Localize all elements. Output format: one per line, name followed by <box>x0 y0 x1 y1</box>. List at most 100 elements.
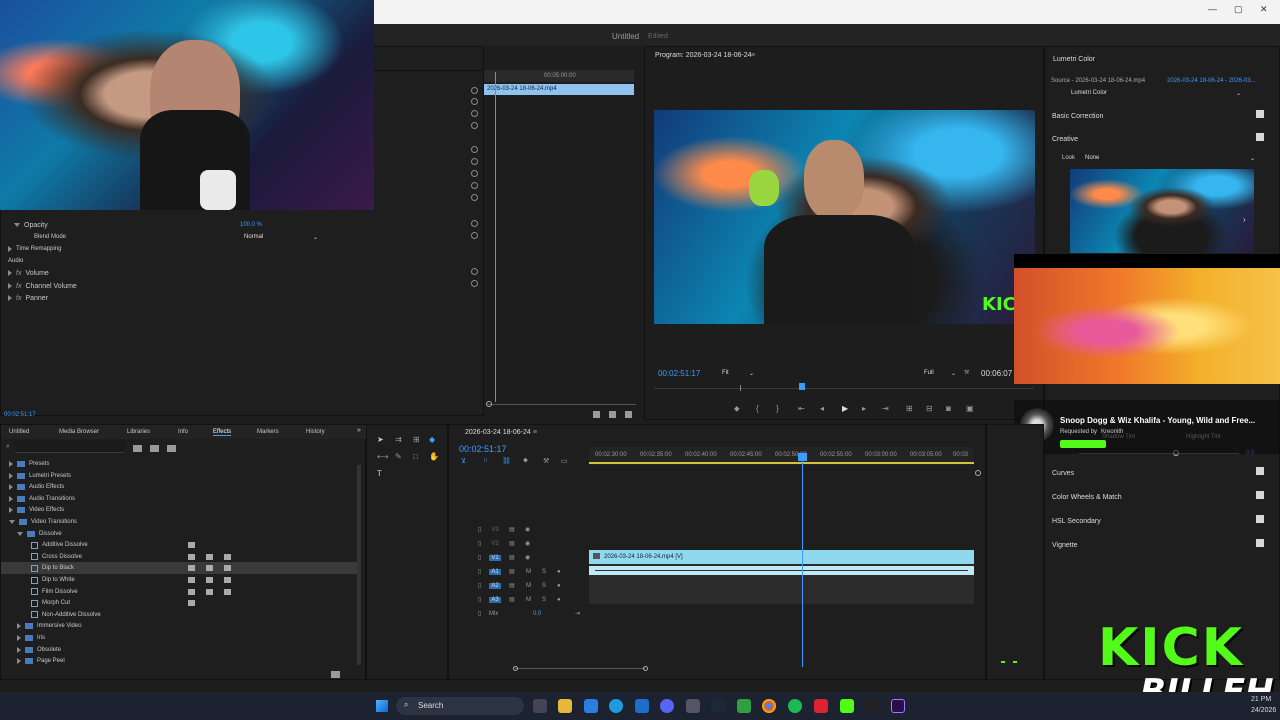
razor-tool-icon[interactable]: ◆ <box>429 435 435 444</box>
solo-button[interactable]: S <box>542 569 546 575</box>
horizontal-scrollbar[interactable] <box>515 668 645 669</box>
sync-lock-icon[interactable]: ▤ <box>509 596 515 603</box>
reset-icon[interactable] <box>471 87 478 94</box>
panel-menu-icon[interactable]: ≡ <box>751 52 755 59</box>
tree-item[interactable]: Additive Dissolve <box>1 539 361 551</box>
track-label[interactable]: V3 <box>489 527 501 533</box>
mic-icon[interactable]: ● <box>557 597 561 603</box>
epic-games-icon[interactable] <box>866 699 880 713</box>
sync-lock-icon[interactable]: ▤ <box>509 568 515 575</box>
camera-icon[interactable]: ◙ <box>946 404 951 413</box>
close-icon[interactable]: ✕ <box>1260 4 1268 15</box>
tab-libraries[interactable]: Libraries <box>127 429 150 435</box>
sync-lock-icon[interactable]: ▤ <box>509 582 515 589</box>
step-back-icon[interactable]: ◂ <box>820 404 824 413</box>
basic-correction-label[interactable]: Basic Correction <box>1052 113 1103 120</box>
reset-icon[interactable] <box>471 182 478 189</box>
eye-icon[interactable]: ◉ <box>525 540 530 547</box>
mark-out-icon[interactable]: } <box>776 404 779 413</box>
zoom-handle-left[interactable] <box>513 666 518 671</box>
32bit-effects-icon[interactable] <box>150 445 159 452</box>
program-timecode[interactable]: 00:02:51:17 <box>658 369 700 378</box>
go-to-end-icon[interactable]: ⇥ <box>575 610 580 617</box>
captions-icon[interactable]: ▭ <box>561 457 568 465</box>
zoom-handle-right[interactable] <box>643 666 648 671</box>
hsl-secondary-label[interactable]: HSL Secondary <box>1052 518 1101 525</box>
lumetri-source-link[interactable]: 2026-03-24 18-06-24 - 2026-03... <box>1167 78 1256 84</box>
track-label[interactable]: A3 <box>489 596 501 603</box>
track-select-icon[interactable]: ⇉ <box>395 435 402 444</box>
chrome-icon[interactable] <box>762 699 776 713</box>
mic-icon[interactable]: ● <box>557 583 561 589</box>
sync-lock-icon[interactable]: ▤ <box>509 540 515 547</box>
track-label[interactable]: A1 <box>489 568 501 575</box>
vertical-scroll-handle[interactable] <box>975 470 981 476</box>
steam-icon[interactable] <box>711 699 725 713</box>
tree-item[interactable]: Page Peel <box>1 655 361 667</box>
hand-tool-icon[interactable]: ✋ <box>429 452 439 461</box>
taskbar-time[interactable]: 21 PM <box>1251 696 1271 703</box>
color-wheels-checkbox[interactable] <box>1256 491 1264 499</box>
edge-icon[interactable] <box>609 699 623 713</box>
reset-icon[interactable] <box>471 110 478 117</box>
lock-icon[interactable]: ▯ <box>478 568 481 575</box>
track-label[interactable]: V1 <box>489 554 501 561</box>
premiere-pro-icon[interactable] <box>891 699 905 713</box>
tree-item[interactable]: Immersive Video <box>1 620 361 632</box>
accelerated-effects-icon[interactable] <box>133 445 142 452</box>
timeline-ruler[interactable]: 00:02:30:00 00:02:35:00 00:02:40:00 00:0… <box>589 447 974 465</box>
taskbar-search-box[interactable]: ⌕ Search <box>396 697 524 715</box>
go-to-out-icon[interactable]: ⇥ <box>882 404 889 413</box>
look-select[interactable]: None ⌄ <box>1085 155 1255 162</box>
tree-item[interactable]: Cross Dissolve <box>1 551 361 563</box>
audio-clip[interactable] <box>589 566 974 575</box>
maximize-icon[interactable]: ▢ <box>1234 4 1243 15</box>
marker-icon[interactable]: ⬥ <box>734 404 740 414</box>
tab-markers[interactable]: Markers <box>257 429 279 435</box>
tree-item[interactable]: Film Dissolve <box>1 586 361 598</box>
effects-search-input[interactable] <box>15 441 125 453</box>
vignette-checkbox[interactable] <box>1256 539 1264 547</box>
discord-icon[interactable] <box>660 699 674 713</box>
tree-item[interactable]: Video Transitions <box>1 516 361 528</box>
tree-item[interactable]: Morph Cut <box>1 597 361 609</box>
kick-app-icon[interactable] <box>840 699 854 713</box>
timeline-playhead[interactable] <box>802 459 803 667</box>
lock-icon[interactable]: ▯ <box>478 526 481 533</box>
task-view-icon[interactable] <box>533 699 547 713</box>
mute-button[interactable]: M <box>526 597 531 603</box>
hsl-secondary-checkbox[interactable] <box>1256 515 1264 523</box>
tree-item-selected[interactable]: Dip to Black <box>1 562 361 575</box>
button-editor-icon[interactable]: ▣ <box>966 404 974 413</box>
tree-item[interactable]: Lumetri Presets <box>1 470 361 482</box>
selection-tool-icon[interactable]: ➤ <box>377 435 384 444</box>
snap-toggle-icon[interactable]: ∩ <box>483 457 488 464</box>
tree-item[interactable]: Obsolete <box>1 644 361 656</box>
export-frame-icon[interactable] <box>609 411 616 418</box>
sync-lock-icon[interactable]: ▤ <box>509 526 515 533</box>
add-marker-icon[interactable]: ⬥ <box>523 457 528 465</box>
reset-icon[interactable] <box>471 170 478 177</box>
sequence-menu-icon[interactable]: ≡ <box>533 429 537 436</box>
sync-lock-icon[interactable]: ▤ <box>509 554 515 561</box>
tree-item[interactable]: Iris <box>1 632 361 644</box>
wrench-icon[interactable]: ⚒ <box>964 369 969 376</box>
eye-icon[interactable]: ◉ <box>525 526 530 533</box>
color-wheels-label[interactable]: Color Wheels & Match <box>1052 494 1122 501</box>
search-icon[interactable]: ⌕ <box>6 443 10 451</box>
recorder-icon[interactable] <box>814 699 828 713</box>
ec-clip-bar[interactable]: 2026-03-24 18-06-24.mp4 <box>484 84 634 95</box>
reset-icon[interactable] <box>471 232 478 239</box>
lock-icon[interactable]: ▯ <box>478 540 481 547</box>
extract-icon[interactable]: ⊟ <box>926 404 933 413</box>
more-panels-icon[interactable]: » <box>357 427 361 434</box>
timeline-settings-icon[interactable]: ⚒ <box>543 457 549 465</box>
eye-icon[interactable]: ◉ <box>525 554 530 561</box>
lock-icon[interactable]: ▯ <box>478 554 481 561</box>
lock-icon[interactable]: ▯ <box>478 596 481 603</box>
tree-item[interactable]: Dip to White <box>1 574 361 586</box>
solo-button[interactable]: S <box>542 597 546 603</box>
effects-scrollbar[interactable] <box>357 465 361 665</box>
reset-icon[interactable] <box>471 280 478 287</box>
reset-icon[interactable] <box>471 98 478 105</box>
